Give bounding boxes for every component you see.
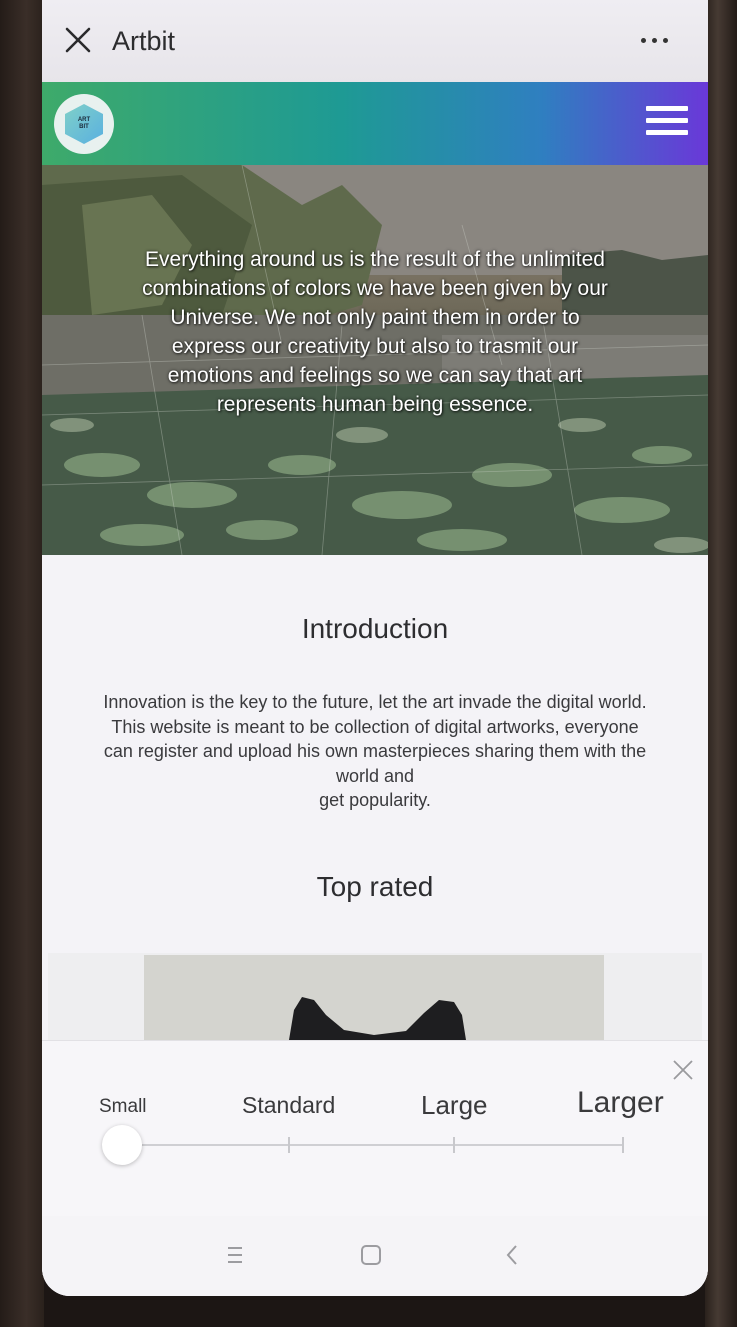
hamburger-menu-icon[interactable] bbox=[646, 106, 688, 140]
intro-line: world and bbox=[335, 765, 415, 786]
more-options-icon[interactable] bbox=[638, 30, 678, 50]
top-rated-artwork[interactable] bbox=[144, 955, 604, 1045]
hero-banner: Everything around us is the result of th… bbox=[42, 165, 708, 555]
intro-line: can register and upload his own masterpi… bbox=[103, 741, 647, 761]
slider-tick bbox=[288, 1137, 290, 1153]
font-size-option-small[interactable]: Small bbox=[99, 1096, 147, 1118]
top-rated-heading: Top rated bbox=[316, 871, 434, 902]
app-bar: Artbit bbox=[42, 0, 708, 82]
font-size-slider-track[interactable] bbox=[122, 1144, 624, 1146]
font-size-slider-thumb[interactable] bbox=[102, 1125, 142, 1165]
intro-line: Innovation is the key to the future, let… bbox=[103, 692, 647, 712]
slider-tick bbox=[622, 1137, 624, 1153]
font-size-option-larger[interactable]: Larger bbox=[577, 1086, 664, 1120]
close-icon[interactable] bbox=[672, 1059, 694, 1081]
logo-hex-icon: ART BIT bbox=[65, 104, 103, 144]
phone-bezel-left bbox=[0, 0, 44, 1327]
logo-text-art: ART bbox=[77, 117, 91, 123]
intro-line: This website is meant to be collection o… bbox=[111, 716, 639, 737]
recent-apps-icon[interactable] bbox=[220, 1240, 250, 1270]
hero-quote: Everything around us is the result of th… bbox=[142, 248, 608, 416]
app-title: Artbit bbox=[112, 26, 176, 56]
phone-screen: Artbit ART BIT Everything around us is t… bbox=[42, 0, 708, 1296]
slider-tick bbox=[453, 1137, 455, 1153]
close-icon[interactable] bbox=[62, 24, 94, 56]
intro-line: get popularity. bbox=[319, 790, 431, 810]
introduction-text: Innovation is the key to the future, let… bbox=[60, 690, 690, 813]
font-size-option-large[interactable]: Large bbox=[421, 1090, 488, 1121]
introduction-heading: Introduction bbox=[301, 613, 449, 644]
artbit-logo[interactable]: ART BIT bbox=[54, 94, 114, 154]
phone-bezel-right bbox=[705, 0, 737, 1327]
home-icon[interactable] bbox=[356, 1240, 386, 1270]
back-icon[interactable] bbox=[498, 1240, 528, 1270]
logo-text-bit: BIT bbox=[79, 124, 89, 130]
font-size-option-standard[interactable]: Standard bbox=[242, 1092, 335, 1119]
site-navbar: ART BIT bbox=[42, 82, 708, 165]
